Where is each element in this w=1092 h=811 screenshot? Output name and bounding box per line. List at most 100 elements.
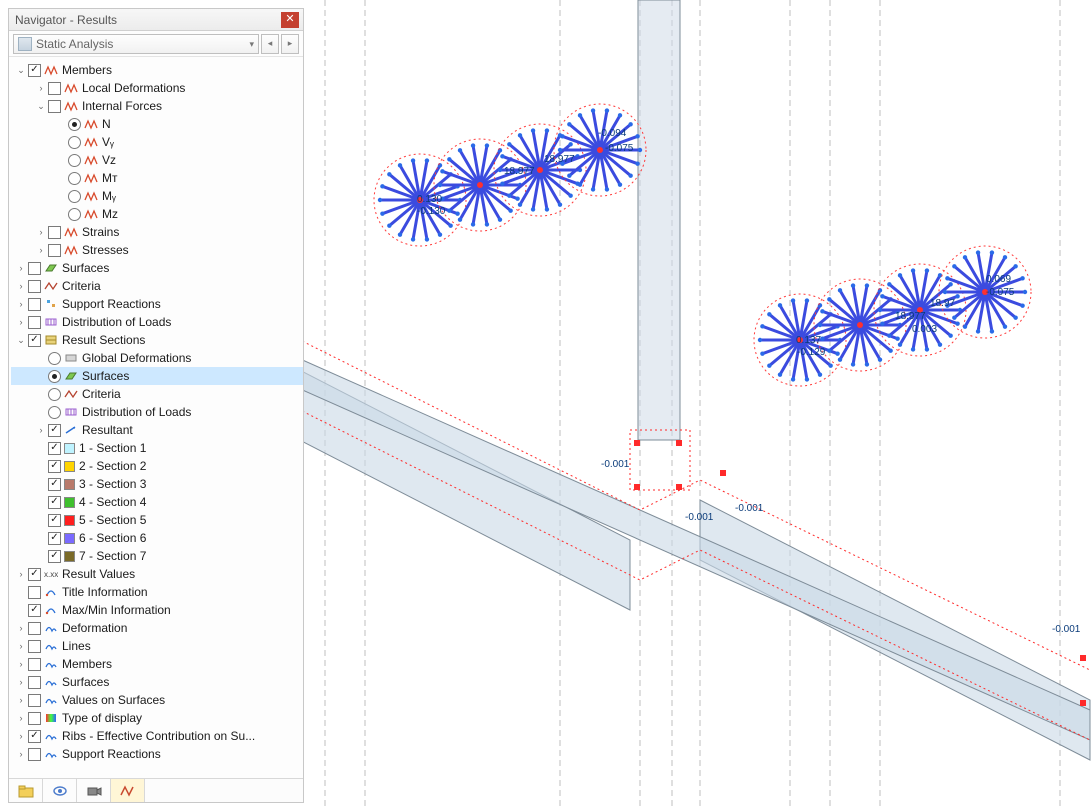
caret-closed-icon[interactable]: › — [15, 730, 27, 742]
tree-checkbox[interactable] — [28, 622, 41, 635]
caret-closed-icon[interactable]: › — [15, 262, 27, 274]
tab-display[interactable] — [43, 779, 77, 802]
nav-prev-button[interactable]: ◂ — [261, 34, 279, 54]
tree-item[interactable]: ⌄Members — [11, 61, 303, 79]
tree-radio[interactable] — [68, 172, 81, 185]
tree-radio[interactable] — [68, 154, 81, 167]
tree-checkbox[interactable] — [48, 442, 61, 455]
tree-item[interactable]: ›Distribution of Loads — [11, 313, 303, 331]
tree-checkbox[interactable] — [28, 262, 41, 275]
tab-results[interactable] — [111, 779, 145, 802]
tree-item[interactable]: Criteria — [11, 385, 303, 403]
tree-checkbox[interactable] — [28, 280, 41, 293]
tree-item[interactable]: ›Support Reactions — [11, 745, 303, 763]
caret-closed-icon[interactable]: › — [15, 298, 27, 310]
tree-checkbox[interactable] — [28, 712, 41, 725]
tree-item[interactable]: ›Values on Surfaces — [11, 691, 303, 709]
tree-checkbox[interactable] — [28, 658, 41, 671]
tree-radio[interactable] — [48, 352, 61, 365]
tree-item[interactable]: Vᴢ — [11, 151, 303, 169]
tree-radio[interactable] — [68, 208, 81, 221]
caret-closed-icon[interactable]: › — [15, 658, 27, 670]
tree-checkbox[interactable] — [48, 478, 61, 491]
caret-closed-icon[interactable]: › — [35, 226, 47, 238]
tree-item[interactable]: 7 - Section 7 — [11, 547, 303, 565]
tree-item[interactable]: 3 - Section 3 — [11, 475, 303, 493]
tree-item[interactable]: 5 - Section 5 — [11, 511, 303, 529]
tree-item[interactable]: ›Local Deformations — [11, 79, 303, 97]
tree-item[interactable]: Mᴢ — [11, 205, 303, 223]
tree-item[interactable]: Title Information — [11, 583, 303, 601]
tab-data[interactable] — [9, 779, 43, 802]
tree-item[interactable]: ›Members — [11, 655, 303, 673]
tree-item[interactable]: ›Ribs - Effective Contribution on Su... — [11, 727, 303, 745]
tree-item[interactable]: Max/Min Information — [11, 601, 303, 619]
tree-checkbox[interactable] — [28, 334, 41, 347]
caret-closed-icon[interactable]: › — [15, 568, 27, 580]
caret-closed-icon[interactable]: › — [15, 280, 27, 292]
tree-checkbox[interactable] — [48, 82, 61, 95]
tree-item[interactable]: 6 - Section 6 — [11, 529, 303, 547]
caret-closed-icon[interactable]: › — [35, 424, 47, 436]
tree-item[interactable]: ›Surfaces — [11, 673, 303, 691]
tree-checkbox[interactable] — [48, 460, 61, 473]
caret-closed-icon[interactable]: › — [35, 82, 47, 94]
tree-checkbox[interactable] — [48, 496, 61, 509]
caret-closed-icon[interactable]: › — [15, 316, 27, 328]
tree-item[interactable]: Global Deformations — [11, 349, 303, 367]
close-button[interactable]: ✕ — [281, 12, 299, 28]
caret-closed-icon[interactable]: › — [15, 748, 27, 760]
caret-closed-icon[interactable]: › — [15, 694, 27, 706]
tree-radio[interactable] — [68, 118, 81, 131]
tab-views[interactable] — [77, 779, 111, 802]
results-tree[interactable]: ⌄Members›Local Deformations⌄Internal For… — [9, 57, 303, 778]
tree-item[interactable]: ⌄Result Sections — [11, 331, 303, 349]
tree-item[interactable]: 2 - Section 2 — [11, 457, 303, 475]
tree-radio[interactable] — [68, 190, 81, 203]
tree-item[interactable]: ›Surfaces — [11, 259, 303, 277]
caret-closed-icon[interactable]: › — [15, 640, 27, 652]
caret-open-icon[interactable]: ⌄ — [15, 64, 27, 76]
tree-checkbox[interactable] — [48, 532, 61, 545]
caret-open-icon[interactable]: ⌄ — [15, 334, 27, 346]
tree-item[interactable]: ›x.xxResult Values — [11, 565, 303, 583]
tree-checkbox[interactable] — [28, 676, 41, 689]
tree-radio[interactable] — [48, 388, 61, 401]
tree-checkbox[interactable] — [28, 568, 41, 581]
tree-checkbox[interactable] — [48, 550, 61, 563]
caret-closed-icon[interactable]: › — [15, 712, 27, 724]
tree-item[interactable]: Mᴛ — [11, 169, 303, 187]
tree-item[interactable]: ⌄Internal Forces — [11, 97, 303, 115]
tree-checkbox[interactable] — [28, 316, 41, 329]
caret-closed-icon[interactable]: › — [15, 622, 27, 634]
tree-radio[interactable] — [48, 406, 61, 419]
tree-item[interactable]: Surfaces — [11, 367, 303, 385]
tree-item[interactable]: ›Type of display — [11, 709, 303, 727]
tree-item[interactable]: ›Strains — [11, 223, 303, 241]
tree-checkbox[interactable] — [48, 226, 61, 239]
tree-checkbox[interactable] — [28, 604, 41, 617]
tree-checkbox[interactable] — [48, 514, 61, 527]
tree-item[interactable]: 1 - Section 1 — [11, 439, 303, 457]
tree-checkbox[interactable] — [28, 730, 41, 743]
tree-checkbox[interactable] — [48, 100, 61, 113]
tree-checkbox[interactable] — [28, 694, 41, 707]
tree-item[interactable]: ›Stresses — [11, 241, 303, 259]
tree-item[interactable]: Mᵧ — [11, 187, 303, 205]
tree-item[interactable]: ›Criteria — [11, 277, 303, 295]
tree-item[interactable]: ›Deformation — [11, 619, 303, 637]
tree-item[interactable]: Vᵧ — [11, 133, 303, 151]
caret-open-icon[interactable]: ⌄ — [35, 100, 47, 112]
tree-checkbox[interactable] — [28, 64, 41, 77]
tree-checkbox[interactable] — [48, 244, 61, 257]
tree-item[interactable]: 4 - Section 4 — [11, 493, 303, 511]
caret-closed-icon[interactable]: › — [35, 244, 47, 256]
tree-checkbox[interactable] — [28, 298, 41, 311]
analysis-type-dropdown[interactable]: Static Analysis ▾ — [13, 34, 259, 54]
caret-closed-icon[interactable]: › — [15, 676, 27, 688]
tree-checkbox[interactable] — [28, 748, 41, 761]
tree-checkbox[interactable] — [48, 424, 61, 437]
tree-item[interactable]: ›Lines — [11, 637, 303, 655]
tree-item[interactable]: ›Resultant — [11, 421, 303, 439]
tree-radio[interactable] — [48, 370, 61, 383]
